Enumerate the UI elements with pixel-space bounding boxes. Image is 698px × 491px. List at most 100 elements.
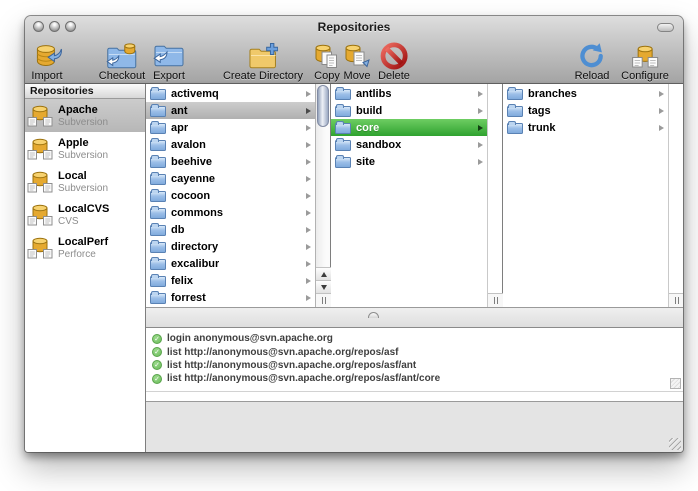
vertical-scrollbar[interactable] <box>315 84 330 307</box>
browser-column-1: activemq ant apr avalon beehive cayenne … <box>146 84 331 307</box>
zoom-button[interactable] <box>65 21 76 32</box>
folder-name: db <box>171 224 184 236</box>
tool-label: Reload <box>575 70 610 82</box>
configure-button[interactable]: Configure <box>621 40 669 82</box>
repository-database-icon <box>27 170 53 194</box>
folder-name: antlibs <box>356 88 391 100</box>
folder-name: trunk <box>528 122 556 134</box>
folder-row[interactable]: build <box>331 102 487 119</box>
repo-row-localperf[interactable]: LocalPerf Perforce <box>25 231 145 264</box>
folder-icon <box>150 259 166 270</box>
reload-circular-arrow-icon <box>575 40 610 70</box>
folder-row-selected[interactable]: core <box>331 119 487 136</box>
column-resize-handle[interactable] <box>488 293 503 307</box>
folder-row[interactable]: cocoon <box>146 187 315 204</box>
disclosure-triangle-icon <box>478 159 483 165</box>
folder-row[interactable]: directory <box>146 238 315 255</box>
move-button[interactable]: Move <box>343 40 371 82</box>
traffic-lights <box>33 21 76 32</box>
folder-name: felix <box>171 275 193 287</box>
horizontal-scrollbar-track[interactable] <box>146 391 683 401</box>
sidebar-header: Repositories <box>25 84 145 99</box>
disclosure-triangle-icon <box>306 244 311 250</box>
disclosure-triangle-icon <box>306 227 311 233</box>
folder-name: tags <box>528 105 551 117</box>
tool-label: Export <box>153 70 185 82</box>
folder-icon <box>150 225 166 236</box>
log-entry[interactable]: ✓ login anonymous@svn.apache.org <box>152 332 683 345</box>
scrollbar-thumb[interactable] <box>317 85 329 127</box>
folder-name: excalibur <box>171 258 219 270</box>
copy-button[interactable]: Copy <box>313 40 341 82</box>
tool-label: Configure <box>621 70 669 82</box>
disclosure-triangle-icon <box>478 91 483 97</box>
column-resize-handle[interactable] <box>669 293 683 307</box>
close-button[interactable] <box>33 21 44 32</box>
import-button[interactable]: Import <box>31 40 62 82</box>
folder-row[interactable]: tags <box>503 102 668 119</box>
browser-column-2: antlibs build core sandbox site <box>331 84 503 307</box>
disclosure-triangle-icon <box>306 193 311 199</box>
folder-row[interactable]: cayenne <box>146 170 315 187</box>
log-entry[interactable]: ✓ list http://anonymous@svn.apache.org/r… <box>152 359 683 372</box>
folder-row[interactable]: sandbox <box>331 136 487 153</box>
window-resize-grip[interactable] <box>669 438 681 450</box>
folder-row[interactable]: activemq <box>146 85 315 102</box>
repo-row-apple[interactable]: Apple Subversion <box>25 132 145 165</box>
splitter[interactable] <box>146 307 683 327</box>
toolbar-toggle-button[interactable] <box>657 23 674 32</box>
delete-button[interactable]: Delete <box>378 40 410 82</box>
repo-type: Subversion <box>58 150 108 161</box>
create-directory-button[interactable]: Create Directory <box>223 40 303 82</box>
log-entry[interactable]: ✓ list http://anonymous@svn.apache.org/r… <box>152 372 683 385</box>
folder-row[interactable]: db <box>146 221 315 238</box>
disclosure-triangle-icon <box>306 210 311 216</box>
repo-row-localcvs[interactable]: LocalCVS CVS <box>25 198 145 231</box>
folder-row[interactable]: avalon <box>146 136 315 153</box>
scroll-down-button[interactable] <box>316 280 331 293</box>
tool-label: Delete <box>378 70 410 82</box>
folder-row-selected[interactable]: ant <box>146 102 315 119</box>
vertical-scrollbar[interactable] <box>487 84 502 307</box>
folder-row[interactable]: forrest <box>146 289 315 306</box>
folder-row[interactable]: apr <box>146 119 315 136</box>
disclosure-triangle-icon <box>659 125 664 131</box>
repository-database-icon <box>27 104 53 128</box>
tool-label: Copy <box>313 70 341 82</box>
folder-row[interactable]: commons <box>146 204 315 221</box>
repo-type: CVS <box>58 216 109 227</box>
repo-type: Perforce <box>58 249 108 260</box>
copy-database-pages-icon <box>313 40 341 70</box>
folder-row[interactable]: felix <box>146 272 315 289</box>
vertical-scrollbar[interactable] <box>668 84 683 307</box>
app-window: Repositories Import <box>25 16 683 452</box>
folder-name: forrest <box>171 292 206 304</box>
repo-row-apache[interactable]: Apache Subversion <box>25 99 145 132</box>
repo-name: LocalCVS <box>58 203 109 216</box>
log-entry[interactable]: ✓ list http://anonymous@svn.apache.org/r… <box>152 345 683 358</box>
repository-database-icon <box>27 137 53 161</box>
scroll-corner-box[interactable] <box>670 378 681 389</box>
folder-row[interactable]: branches <box>503 85 668 102</box>
export-button[interactable]: Export <box>153 40 185 82</box>
minimize-button[interactable] <box>49 21 60 32</box>
folder-row[interactable]: trunk <box>503 119 668 136</box>
disclosure-triangle-icon <box>306 125 311 131</box>
repo-row-local[interactable]: Local Subversion <box>25 165 145 198</box>
folder-row[interactable]: site <box>331 153 487 170</box>
folder-row[interactable]: antlibs <box>331 85 487 102</box>
disclosure-triangle-icon <box>306 261 311 267</box>
folder-row[interactable]: excalibur <box>146 255 315 272</box>
column-resize-handle[interactable] <box>316 293 331 307</box>
checkout-button[interactable]: Checkout <box>99 40 145 82</box>
tool-label: Checkout <box>99 70 145 82</box>
folder-icon <box>507 123 523 134</box>
folder-name: cocoon <box>171 190 210 202</box>
scroll-up-button[interactable] <box>316 267 331 280</box>
titlebar[interactable]: Repositories <box>25 16 683 38</box>
folder-name: ant <box>171 105 188 117</box>
splitter-dimple-handle[interactable] <box>368 312 379 318</box>
reload-button[interactable]: Reload <box>575 40 610 82</box>
check-circle-icon: ✓ <box>152 374 162 384</box>
folder-row[interactable]: beehive <box>146 153 315 170</box>
